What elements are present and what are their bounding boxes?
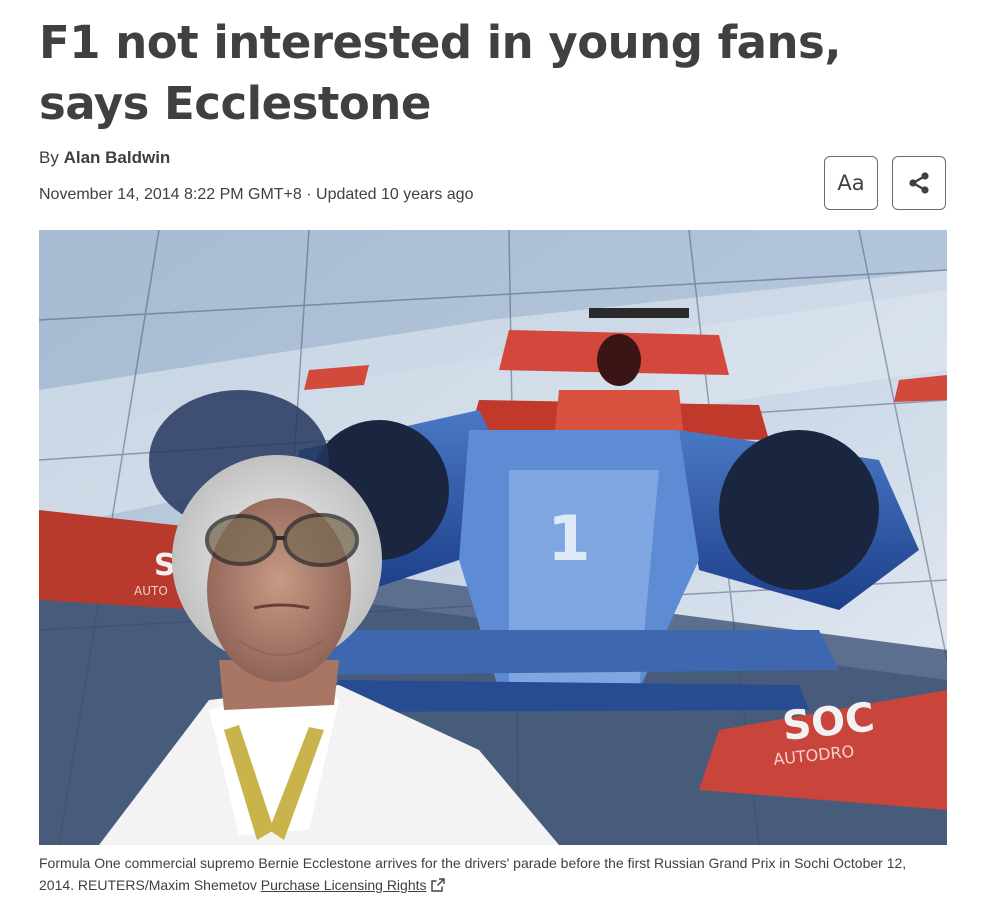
purchase-licensing-link[interactable]: Purchase Licensing Rights — [261, 877, 427, 893]
caption-text: Formula One commercial supremo Bernie Ec… — [39, 855, 907, 893]
byline: By Alan Baldwin — [39, 148, 170, 168]
car-number: 1 — [547, 502, 590, 575]
share-icon — [909, 172, 929, 194]
banner-sub-left: AUTO — [134, 584, 168, 598]
external-link-icon[interactable] — [430, 878, 445, 892]
photo-caption: Formula One commercial supremo Bernie Ec… — [39, 852, 939, 896]
font-size-icon: Aa — [837, 171, 865, 195]
author-link[interactable]: Alan Baldwin — [64, 148, 171, 167]
font-size-button[interactable]: Aa — [824, 156, 878, 210]
byline-prefix: By — [39, 148, 59, 167]
banner-text-right: SOC — [780, 695, 876, 750]
dateline: November 14, 2014 8:22 PM GMT+8 · Update… — [39, 186, 474, 203]
share-button[interactable] — [892, 156, 946, 210]
article-photo: 1 SO AUTO SOC AUTODRO — [39, 230, 947, 845]
photo-illustration: 1 SO AUTO SOC AUTODRO — [39, 230, 947, 845]
article-headline: F1 not interested in young fans, says Ec… — [39, 16, 841, 130]
